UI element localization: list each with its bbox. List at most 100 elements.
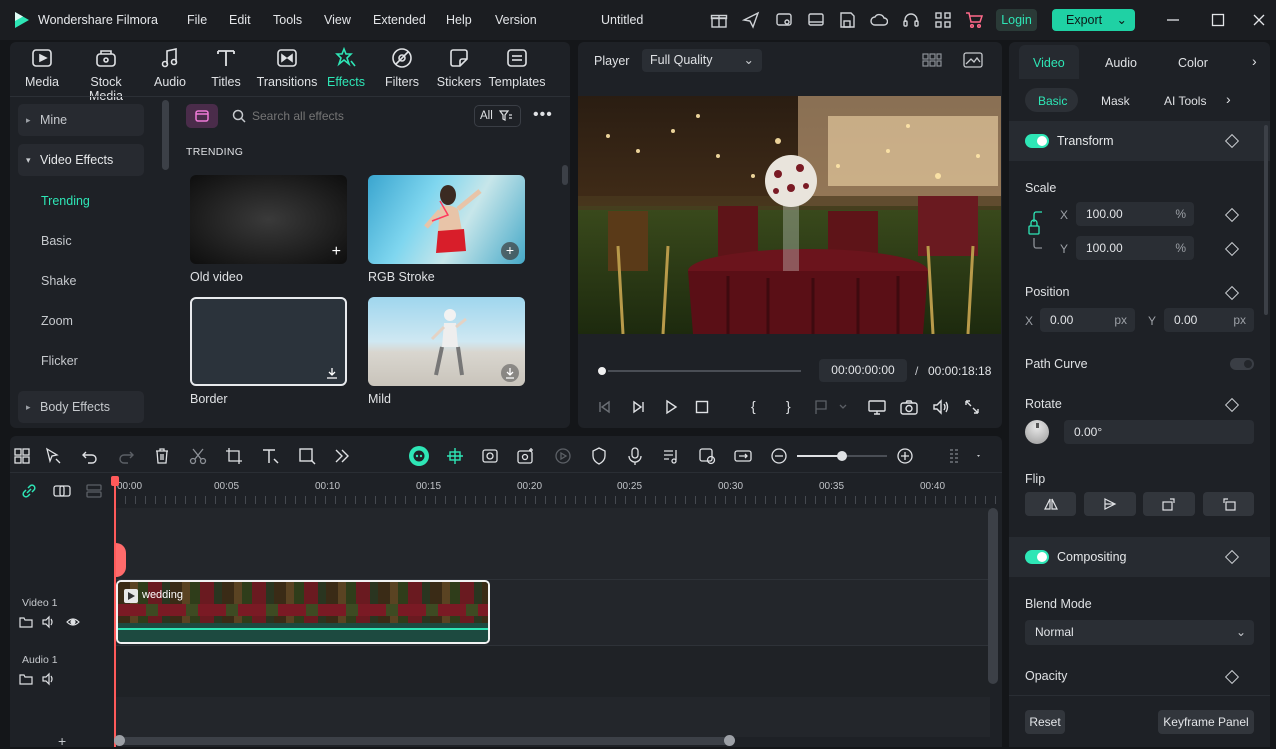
stop-icon[interactable]: [694, 399, 710, 415]
login-button[interactable]: Login: [996, 9, 1037, 31]
sidebar-item-flicker[interactable]: Flicker: [41, 354, 78, 368]
volume-icon[interactable]: [932, 399, 950, 415]
sidebar-item-basic[interactable]: Basic: [41, 234, 72, 248]
video-clip[interactable]: wedding: [116, 580, 490, 644]
subtab-basic[interactable]: Basic: [1038, 94, 1067, 108]
flip-horizontal-button[interactable]: [1025, 492, 1076, 516]
undo-icon[interactable]: [80, 446, 100, 466]
menu-file[interactable]: File: [187, 13, 207, 27]
scroll-handle-left[interactable]: [114, 735, 125, 746]
layout-icon[interactable]: [12, 446, 32, 466]
crop-icon[interactable]: [224, 446, 244, 466]
track-link-icon[interactable]: [52, 482, 72, 500]
text-icon[interactable]: [260, 446, 280, 466]
scale-x-field[interactable]: 100.00%: [1076, 202, 1194, 226]
shield-icon[interactable]: [589, 446, 609, 466]
blend-mode-dropdown[interactable]: Normal ⌄: [1025, 620, 1254, 645]
mark-in-icon[interactable]: {: [751, 398, 756, 414]
effect-mild-thumb[interactable]: [368, 297, 525, 386]
cloud-icon[interactable]: [870, 11, 888, 29]
zoom-out-icon[interactable]: [769, 446, 789, 466]
category-transitions[interactable]: Transitions: [255, 47, 319, 89]
keyframe-panel-button[interactable]: Keyframe Panel: [1158, 710, 1254, 734]
screen-record-icon[interactable]: [775, 11, 793, 29]
menu-tools[interactable]: Tools: [273, 13, 302, 27]
mark-out-icon[interactable]: }: [786, 398, 791, 414]
cart-icon[interactable]: [965, 11, 983, 29]
compositing-toggle[interactable]: [1025, 550, 1049, 564]
effect-rgb-stroke-thumb[interactable]: +: [368, 175, 525, 264]
display-settings-icon[interactable]: [868, 399, 886, 415]
link-icon[interactable]: [20, 482, 38, 500]
timeline-ruler[interactable]: [115, 496, 1002, 504]
sidebar-item-zoom[interactable]: Zoom: [41, 314, 73, 328]
send-icon[interactable]: [742, 11, 760, 29]
effect-old-video-thumb[interactable]: +: [190, 175, 347, 264]
flip-vertical-button[interactable]: [1084, 492, 1136, 516]
delete-icon[interactable]: [152, 446, 172, 466]
filter-dropdown[interactable]: All: [474, 105, 521, 127]
zoom-slider-handle[interactable]: [837, 451, 847, 461]
playhead[interactable]: [114, 476, 116, 747]
library-scrollbar[interactable]: [562, 165, 568, 185]
playhead-handle[interactable]: [111, 476, 119, 486]
effect-border-thumb[interactable]: [190, 297, 347, 386]
category-media[interactable]: Media: [10, 47, 74, 89]
category-titles[interactable]: Titles: [194, 47, 258, 89]
position-y-field[interactable]: 0.00 px: [1164, 308, 1254, 332]
category-audio[interactable]: Audio: [138, 47, 202, 89]
sidebar-item-trending[interactable]: Trending: [41, 194, 90, 208]
search-input[interactable]: [252, 106, 462, 126]
menu-help[interactable]: Help: [446, 13, 472, 27]
folder-icon[interactable]: [19, 672, 33, 686]
ai-mate-icon[interactable]: [409, 446, 429, 466]
add-icon[interactable]: +: [501, 242, 519, 260]
scene-detect-icon[interactable]: [697, 446, 717, 466]
add-marker-icon[interactable]: [813, 399, 849, 415]
previous-frame-icon[interactable]: [597, 399, 613, 415]
rotate-right-button[interactable]: [1143, 492, 1195, 516]
category-stock-media[interactable]: Stock Media: [74, 47, 138, 103]
next-frame-icon[interactable]: [630, 399, 646, 415]
headset-icon[interactable]: [902, 11, 920, 29]
folder-icon[interactable]: [19, 615, 33, 629]
track-manager-icon[interactable]: [85, 482, 103, 500]
export-button[interactable]: Export ⌄: [1052, 9, 1135, 31]
category-effects[interactable]: Effects: [314, 47, 378, 89]
sidebar-item-mine[interactable]: ▸ Mine: [18, 104, 144, 136]
menu-extended[interactable]: Extended: [373, 13, 426, 27]
close-icon[interactable]: [1249, 10, 1269, 30]
tab-audio[interactable]: Audio: [1105, 56, 1137, 70]
grid-view-icon[interactable]: [922, 53, 942, 67]
eye-icon[interactable]: [66, 615, 80, 629]
zoom-in-icon[interactable]: [895, 446, 915, 466]
speaker-icon[interactable]: [42, 672, 56, 686]
gift-icon[interactable]: [710, 11, 728, 29]
properties-scrollbar[interactable]: [1264, 125, 1268, 315]
replace-icon[interactable]: [733, 446, 753, 466]
category-templates[interactable]: Templates: [485, 47, 549, 89]
snap-icon[interactable]: [445, 446, 465, 466]
scroll-handle-right[interactable]: [724, 735, 735, 746]
snapshot-view-icon[interactable]: [963, 52, 983, 68]
position-x-field[interactable]: 0.00 px: [1040, 308, 1135, 332]
sidebar-item-shake[interactable]: Shake: [41, 274, 76, 288]
path-curve-toggle[interactable]: [1230, 358, 1254, 370]
tab-color[interactable]: Color: [1178, 56, 1208, 70]
play-icon[interactable]: [663, 399, 679, 415]
transform-toggle[interactable]: [1025, 134, 1049, 148]
chevron-right-icon[interactable]: ›: [1226, 91, 1231, 107]
apps-grid-icon[interactable]: [934, 11, 952, 29]
menu-edit[interactable]: Edit: [229, 13, 251, 27]
category-filters[interactable]: Filters: [370, 47, 434, 89]
speaker-icon[interactable]: [42, 615, 56, 629]
tab-video[interactable]: Video: [1033, 56, 1065, 70]
rotate-dial[interactable]: [1025, 420, 1049, 444]
microphone-icon[interactable]: [625, 446, 645, 466]
ai-effects-icon[interactable]: [516, 446, 536, 466]
shape-icon[interactable]: [297, 446, 317, 466]
auto-reframe-icon[interactable]: [480, 446, 500, 466]
fullscreen-icon[interactable]: [964, 399, 980, 415]
monitor-icon[interactable]: [807, 11, 825, 29]
timeline-vertical-scrollbar[interactable]: [988, 508, 998, 684]
